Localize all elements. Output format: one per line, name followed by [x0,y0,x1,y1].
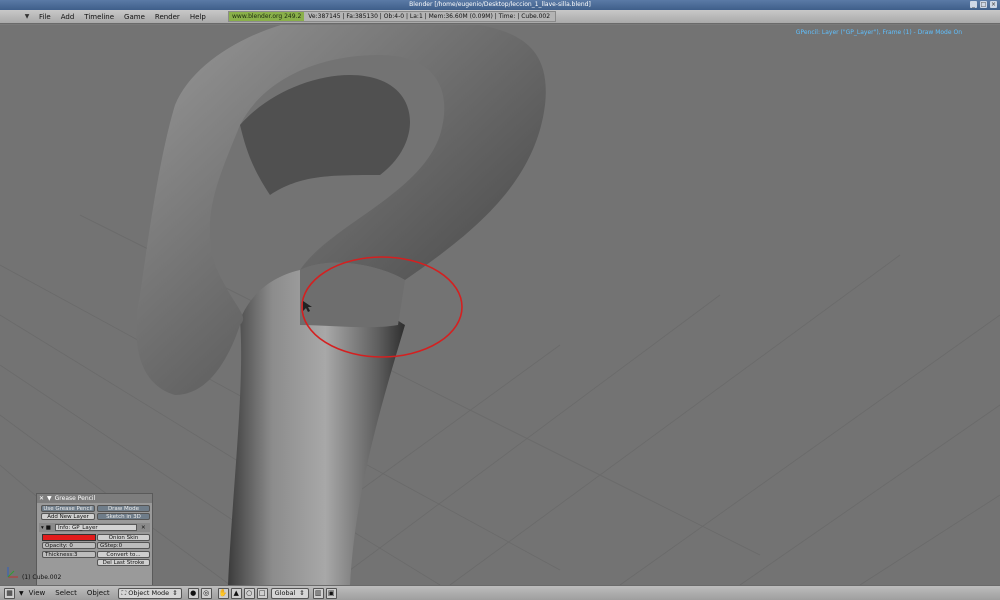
window-controls: _ □ × [970,1,997,8]
mode-label: Object Mode [128,589,170,597]
layer-lock-icon[interactable]: ■ [46,525,51,531]
mode-dropdown-icon: ⇕ [172,589,178,597]
sketch-in-3d-toggle[interactable]: Sketch in 3D [97,513,150,520]
layer-row: ▾ ■ Info: GP_Layer ✕ [39,523,150,532]
thickness-slider[interactable]: Thickness:3 [42,551,96,558]
use-grease-pencil-toggle[interactable]: Use Grease Pencil [41,505,95,512]
opacity-slider[interactable]: Opacity: 0 [42,542,96,549]
draw-mode-toggle[interactable]: Draw Mode [97,505,150,512]
pivot-icon[interactable]: ◎ [200,587,212,599]
onion-skin-toggle[interactable]: Onion Skin [97,534,150,541]
3d-viewport[interactable]: GPencil: Layer ("GP_Layer"), Frame (1) -… [0,25,1000,585]
layer-name-field[interactable]: Info: GP_Layer [54,524,137,531]
render-view-icon[interactable]: ▣ [325,587,337,599]
menu-collapse-icon[interactable]: ▼ [20,11,34,23]
mode-icon: ⛶ [121,588,127,597]
active-object-label: (1) Cube.002 [22,574,62,581]
layer-buttons-icon[interactable]: ▥ [312,587,324,599]
panel-title: Grease Pencil [54,495,96,502]
blender-site-label[interactable]: www.blender.org 249.2 [229,12,305,21]
shading-icon[interactable]: ● [187,587,199,599]
grease-pencil-panel-header[interactable]: ✕ ▼ Grease Pencil [37,494,152,503]
convert-to-button[interactable]: Convert to... [97,551,150,558]
orientation-selector[interactable]: Global ⇕ [270,587,309,599]
orientation-label: Global [274,589,296,597]
menu-select[interactable]: Select [50,589,82,597]
grease-pencil-panel: ✕ ▼ Grease Pencil Use Grease Pencil Draw… [36,493,153,585]
menu-add[interactable]: Add [56,13,80,21]
rotate-icon[interactable]: ○ [243,587,255,599]
window-title: Blender [/home/eugenio/Desktop/leccion_1… [409,1,591,8]
layer-expand-icon[interactable]: ▾ [41,525,44,531]
panel-close-icon[interactable]: ✕ [39,495,44,502]
scale-icon[interactable]: □ [256,587,268,599]
menu-game[interactable]: Game [119,13,150,21]
panel-collapse-icon[interactable]: ▼ [47,495,52,502]
add-new-layer-button[interactable]: Add New Layer [41,513,95,520]
layer-delete-icon[interactable]: ✕ [141,525,146,531]
menu-render[interactable]: Render [150,13,185,21]
grease-pencil-status: GPencil: Layer ("GP_Layer"), Frame (1) -… [795,29,962,36]
del-last-stroke-button[interactable]: Del Last Stroke [97,559,150,566]
scene-stats: Ve:387145 | Fa:385130 | Ob:4-0 | La:1 | … [308,13,551,20]
layer-color-swatch[interactable] [42,534,96,541]
menu-view[interactable]: View [24,589,51,597]
top-menu-bar: ▼ File Add Timeline Game Render Help www… [0,10,1000,24]
orientation-dropdown-icon: ⇕ [299,589,305,597]
translate-icon[interactable]: ▲ [230,587,242,599]
menu-file[interactable]: File [34,13,56,21]
editor-type-icon[interactable]: ▦ [4,587,15,599]
axis-gizmo-icon [7,567,18,578]
menu-object[interactable]: Object [82,589,115,597]
maximize-icon[interactable]: □ [980,1,987,8]
mode-selector[interactable]: ⛶ Object Mode ⇕ [117,587,182,599]
close-icon[interactable]: × [990,1,997,8]
scene-info-bar: www.blender.org 249.2 Ve:387145 | Fa:385… [228,11,556,22]
menu-help[interactable]: Help [185,13,211,21]
viewport-header: ▦ ▼ View Select Object ⛶ Object Mode ⇕ ●… [0,585,1000,600]
hand-tool-icon[interactable]: ✋ [217,587,229,599]
window-title-bar: Blender [/home/eugenio/Desktop/leccion_1… [0,0,1000,10]
minimize-icon[interactable]: _ [970,1,977,8]
menu-timeline[interactable]: Timeline [79,13,119,21]
gstep-field[interactable]: GStep:0 [97,542,150,549]
